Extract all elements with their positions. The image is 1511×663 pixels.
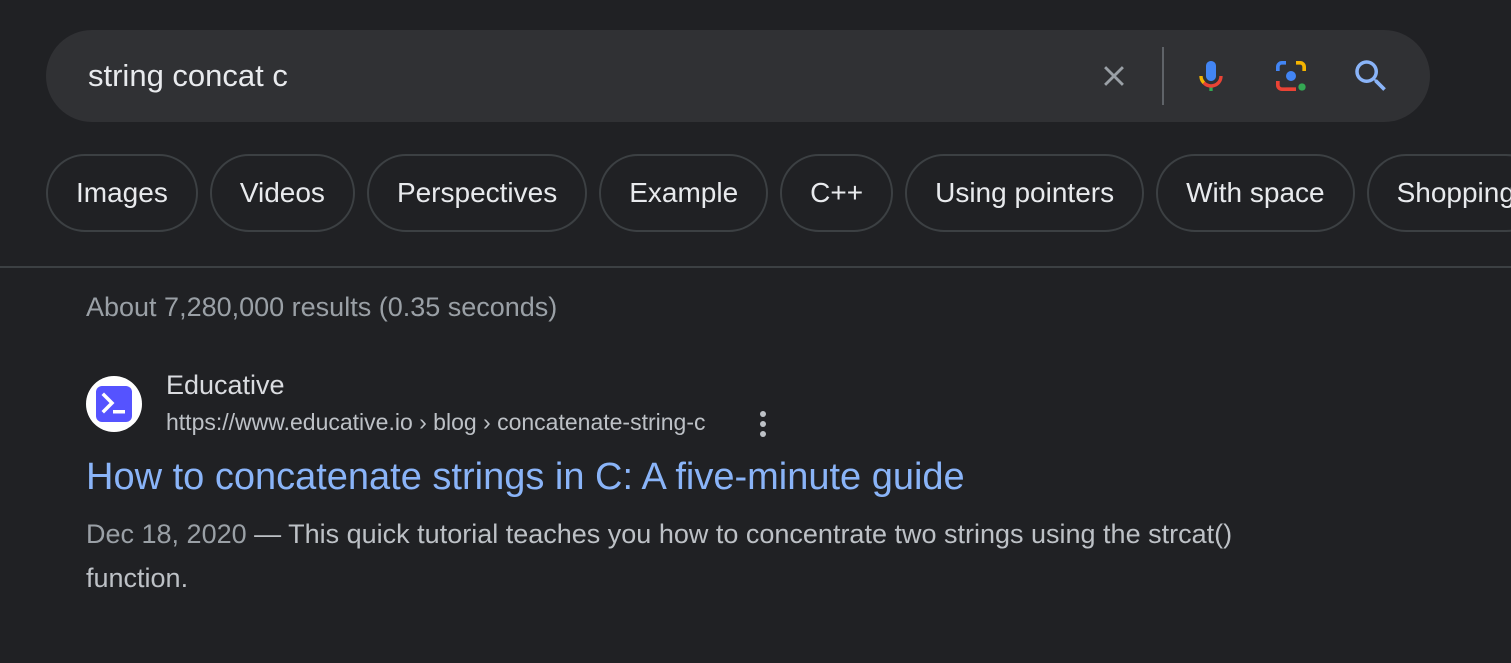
result-snippet: Dec 18, 2020 — This quick tutorial teach… xyxy=(86,512,1316,600)
educative-terminal-icon xyxy=(96,386,132,422)
result-date: Dec 18, 2020 xyxy=(86,519,247,549)
result-stats: About 7,280,000 results (0.35 seconds) xyxy=(86,292,558,322)
microphone-icon xyxy=(1199,61,1223,91)
search-divider xyxy=(1162,47,1164,105)
close-icon xyxy=(1104,66,1124,86)
header-divider xyxy=(0,266,1511,268)
search-filter-chips: Images Videos Perspectives Example C++ U… xyxy=(46,154,1511,232)
chip-with-space[interactable]: With space xyxy=(1156,154,1355,232)
voice-search-button[interactable] xyxy=(1181,30,1241,122)
more-vert-icon xyxy=(760,411,766,437)
chip-using-pointers[interactable]: Using pointers xyxy=(905,154,1145,232)
site-favicon[interactable] xyxy=(86,376,142,432)
chip-perspectives[interactable]: Perspectives xyxy=(366,154,588,232)
result-more-options-button[interactable] xyxy=(748,406,778,442)
snippet-separator: — xyxy=(246,519,289,549)
result-title-link[interactable]: How to concatenate strings in C: A five-… xyxy=(86,456,965,499)
search-box xyxy=(46,30,1430,122)
chip-cpp[interactable]: C++ xyxy=(780,154,894,232)
search-icon xyxy=(1355,60,1386,91)
search-submit-button[interactable] xyxy=(1341,30,1401,122)
chip-videos[interactable]: Videos xyxy=(209,154,355,232)
chip-images[interactable]: Images xyxy=(46,154,198,232)
result-site-name[interactable]: Educative xyxy=(166,370,285,401)
chip-shopping[interactable]: Shopping xyxy=(1366,154,1511,232)
clear-search-button[interactable] xyxy=(1084,30,1144,122)
search-input[interactable] xyxy=(88,30,1068,122)
google-lens-icon xyxy=(1276,61,1306,91)
chip-example[interactable]: Example xyxy=(599,154,769,232)
result-url[interactable]: https://www.educative.io › blog › concat… xyxy=(166,409,705,436)
google-lens-button[interactable] xyxy=(1261,30,1321,122)
